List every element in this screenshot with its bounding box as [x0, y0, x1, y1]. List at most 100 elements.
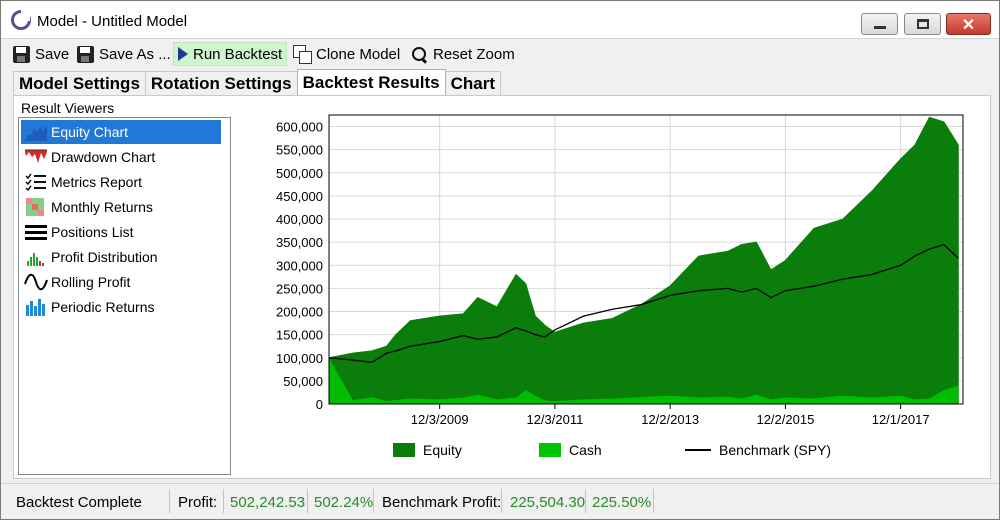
- list-item-metrics-report[interactable]: Metrics Report: [21, 170, 221, 194]
- bar-columns-icon: [24, 297, 48, 317]
- y-tick-label: 600,000: [276, 120, 323, 135]
- y-tick-label: 250,000: [276, 281, 323, 296]
- save-button[interactable]: Save: [9, 42, 73, 66]
- status-message: Backtest Complete: [16, 493, 142, 511]
- save-icon: [13, 45, 30, 63]
- y-tick-label: 400,000: [276, 212, 323, 227]
- y-tick-label: 350,000: [276, 235, 323, 250]
- tab-model-settings[interactable]: Model Settings: [13, 71, 146, 95]
- status-bar: Backtest Complete Profit: 502,242.53 502…: [1, 483, 999, 519]
- benchmark-profit-value: 225,504.30: [510, 493, 586, 511]
- list-item-label: Periodic Returns: [51, 299, 155, 315]
- save-as-icon: [77, 45, 94, 63]
- drawdown-chart-icon: [24, 147, 48, 167]
- status-divider: [169, 489, 170, 513]
- tab-strip: Model Settings Rotation Settings Backtes…: [13, 69, 502, 96]
- equity-chart-panel[interactable]: 0 50,000 100,000 150,000 200,000 250,000 300,0…: [235, 98, 987, 476]
- play-icon: [178, 47, 188, 61]
- wave-icon: [24, 272, 48, 292]
- list-item-equity-chart[interactable]: Equity Chart: [21, 120, 221, 144]
- close-icon: ✕: [961, 17, 976, 34]
- reset-zoom-label: Reset Zoom: [433, 45, 515, 63]
- maximize-icon: [917, 19, 929, 29]
- tab-backtest-results[interactable]: Backtest Results: [296, 69, 446, 96]
- list-item-label: Rolling Profit: [51, 274, 131, 290]
- y-tick-label: 50,000: [283, 374, 323, 389]
- list-item-label: Drawdown Chart: [51, 149, 156, 165]
- save-label: Save: [35, 45, 70, 63]
- legend-item-equity: Equity: [393, 442, 462, 458]
- checklist-icon: [24, 172, 48, 192]
- list-item-positions-list[interactable]: Positions List: [21, 220, 221, 244]
- legend-swatch-equity: [393, 443, 415, 457]
- list-item-label: Equity Chart: [51, 124, 129, 140]
- y-tick-label: 500,000: [276, 166, 323, 181]
- list-item-label: Monthly Returns: [51, 199, 153, 215]
- list-item-label: Positions List: [51, 224, 134, 240]
- x-tick-label: 12/3/2011: [526, 412, 583, 427]
- result-viewers-title: Result Viewers: [21, 100, 115, 116]
- y-tick-label: 450,000: [276, 189, 323, 204]
- legend-label-benchmark: Benchmark (SPY): [719, 442, 832, 458]
- y-tick-label: 550,000: [276, 143, 323, 158]
- equity-chart-icon: [24, 122, 48, 142]
- clone-model-label: Clone Model: [316, 45, 401, 63]
- result-viewers-list[interactable]: Equity Chart Drawdown Chart Metrics Repo…: [18, 117, 231, 475]
- save-as-button[interactable]: Save As ...: [73, 42, 175, 66]
- clone-model-button[interactable]: Clone Model: [289, 42, 404, 66]
- list-item-label: Metrics Report: [51, 174, 143, 190]
- profit-label: Profit:: [178, 493, 218, 511]
- benchmark-profit-label: Benchmark Profit:: [382, 493, 502, 511]
- legend-item-cash: Cash: [539, 442, 602, 458]
- title-bar[interactable]: Model - Untitled Model ✕: [1, 1, 999, 39]
- status-divider: [653, 489, 654, 513]
- run-backtest-button[interactable]: Run Backtest: [173, 42, 288, 66]
- legend-label-cash: Cash: [569, 442, 602, 458]
- zoom-out-icon: [411, 46, 428, 63]
- save-as-label: Save As ...: [99, 45, 171, 63]
- y-tick-label: 100,000: [276, 351, 323, 366]
- legend-label-equity: Equity: [423, 442, 462, 458]
- app-window: Model - Untitled Model ✕ Save Save As ..…: [0, 0, 1000, 520]
- status-divider: [501, 489, 502, 513]
- x-tick-label: 12/2/2013: [641, 412, 699, 427]
- x-tick-label: 12/2/2015: [756, 412, 814, 427]
- close-button[interactable]: ✕: [946, 13, 991, 35]
- tab-chart[interactable]: Chart: [444, 71, 502, 95]
- benchmark-profit-percent: 225.50%: [592, 493, 652, 511]
- minimize-button[interactable]: [861, 13, 898, 35]
- tab-rotation-settings[interactable]: Rotation Settings: [144, 71, 298, 95]
- x-tick-label: 12/1/2017: [872, 412, 930, 427]
- list-item-monthly-returns[interactable]: Monthly Returns: [21, 195, 221, 219]
- equity-chart[interactable]: 0 50,000 100,000 150,000 200,000 250,000 300,0…: [235, 98, 987, 438]
- toolbar: Save Save As ... Run Backtest Clone Mode…: [1, 40, 999, 68]
- profit-value: 502,242.53: [230, 493, 306, 511]
- list-lines-icon: [24, 222, 48, 242]
- minimize-icon: [874, 26, 886, 29]
- list-item-label: Profit Distribution: [51, 249, 158, 265]
- x-tick-label: 12/3/2009: [411, 412, 469, 427]
- list-item-profit-distribution[interactable]: Profit Distribution: [21, 245, 221, 269]
- list-item-rolling-profit[interactable]: Rolling Profit: [21, 270, 221, 294]
- reset-zoom-button[interactable]: Reset Zoom: [407, 42, 519, 66]
- y-tick-label: 300,000: [276, 258, 323, 273]
- profit-percent: 502.24%: [314, 493, 374, 511]
- legend-swatch-cash: [539, 443, 561, 457]
- y-tick-label: 150,000: [276, 328, 323, 343]
- histogram-icon: [24, 247, 48, 267]
- status-divider: [373, 489, 374, 513]
- y-tick-label: 0: [316, 397, 323, 412]
- list-item-drawdown-chart[interactable]: Drawdown Chart: [21, 145, 221, 169]
- heatmap-grid-icon: [24, 197, 48, 217]
- y-tick-label: 200,000: [276, 305, 323, 320]
- app-logo-icon: [11, 10, 31, 30]
- run-backtest-label: Run Backtest: [193, 45, 283, 63]
- legend-item-benchmark: Benchmark (SPY): [685, 442, 831, 458]
- maximize-button[interactable]: [904, 13, 941, 35]
- status-divider: [585, 489, 586, 513]
- list-item-periodic-returns[interactable]: Periodic Returns: [21, 295, 221, 319]
- clone-icon: [293, 45, 312, 64]
- window-title: Model - Untitled Model: [37, 13, 188, 30]
- status-divider: [223, 489, 224, 513]
- legend-swatch-benchmark: [685, 449, 711, 451]
